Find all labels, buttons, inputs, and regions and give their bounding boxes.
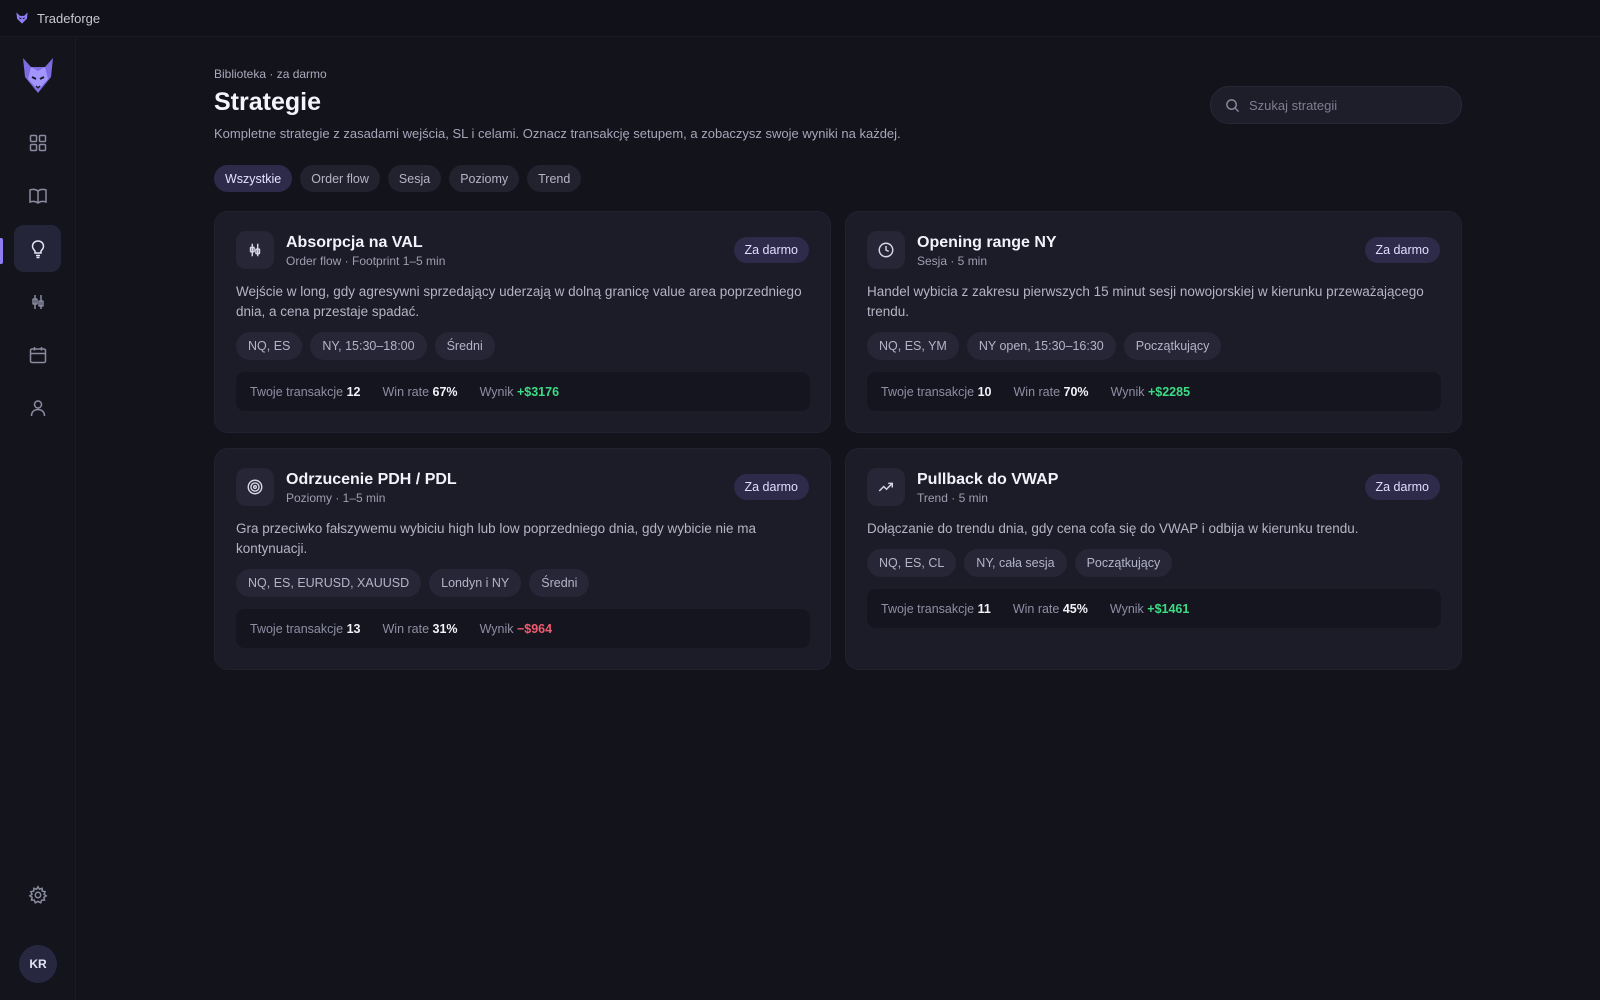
search-icon xyxy=(1226,98,1240,112)
nav-strategies[interactable] xyxy=(14,225,61,272)
filter-chip-session[interactable]: Sesja xyxy=(387,165,442,192)
tag-level: Średni xyxy=(434,332,495,360)
stats-bar: Twoje transakcje 10 Win rate 70% Wynik +… xyxy=(867,372,1441,411)
stat-trades: Twoje transakcje 12 xyxy=(250,384,361,399)
breadcrumb: Biblioteka · za darmo xyxy=(214,67,327,81)
card-subtitle: Order flow · Footprint 1–5 min xyxy=(286,254,446,268)
search-input[interactable] xyxy=(1249,97,1439,113)
lightbulb-icon xyxy=(31,239,44,258)
page-description: Kompletne strategie z zasadami wejścia, … xyxy=(214,126,901,141)
active-nav-indicator xyxy=(0,238,3,264)
tag-session: Londyn i NY xyxy=(429,569,522,597)
card-subtitle: Poziomy · 1–5 min xyxy=(286,491,386,505)
stat-result: Wynik +$2285 xyxy=(1110,384,1191,399)
user-icon xyxy=(30,399,45,416)
nav-charts[interactable] xyxy=(14,278,61,325)
card-description: Dołączanie do trendu dnia, gdy cena cofa… xyxy=(867,521,1359,536)
stat-result: Wynik −$964 xyxy=(479,621,553,636)
fox-logo-icon xyxy=(16,12,28,24)
card-icon-box xyxy=(867,468,905,506)
book-icon xyxy=(28,188,47,204)
grid-icon xyxy=(29,134,46,151)
tag-session: NY open, 15:30–16:30 xyxy=(966,332,1116,360)
tag-instruments: NQ, ES, CL xyxy=(867,549,957,577)
card-icon-box xyxy=(236,231,274,269)
card-description: Handel wybicia z zakresu pierwszych 15 m… xyxy=(867,284,1424,319)
filter-chips: Wszystkie Order flow Sesja Poziomy Trend xyxy=(214,165,582,192)
gear-icon xyxy=(27,884,48,904)
search-box[interactable] xyxy=(1210,86,1462,124)
clock-icon xyxy=(878,242,894,258)
card-title: Opening range NY xyxy=(917,234,1057,251)
card-subtitle: Trend · 5 min xyxy=(917,491,988,505)
filter-chip-trend[interactable]: Trend xyxy=(527,165,582,192)
tag-session: NY, cała sesja xyxy=(964,549,1067,577)
nav-settings[interactable] xyxy=(14,871,61,918)
card-description: Gra przeciwko fałszywemu wybiciu high lu… xyxy=(236,521,757,556)
stat-trades: Twoje transakcje 10 xyxy=(881,384,992,399)
nav-profile[interactable] xyxy=(14,384,61,431)
strategy-card-opening-range[interactable]: Opening range NY Sesja · 5 min Za darmo … xyxy=(845,211,1462,433)
stat-winrate: Win rate 45% xyxy=(1012,601,1088,616)
card-title: Absorpcja na VAL xyxy=(286,234,423,251)
filter-chip-all[interactable]: Wszystkie xyxy=(214,165,293,192)
page-title: Strategie xyxy=(214,88,321,116)
target-icon xyxy=(247,479,263,495)
tag-level: Średni xyxy=(529,569,590,597)
strategy-card-vwap[interactable]: Pullback do VWAP Trend · 5 min Za darmo … xyxy=(845,448,1462,670)
card-icon-box xyxy=(867,231,905,269)
title-bar: Tradeforge xyxy=(0,0,1600,37)
stats-bar: Twoje transakcje 11 Win rate 45% Wynik +… xyxy=(867,589,1441,628)
tag-list: NQ, ES, YM NY open, 15:30–16:30 Początku… xyxy=(867,332,1222,360)
stats-bar: Twoje transakcje 12 Win rate 67% Wynik +… xyxy=(236,372,810,411)
tag-level: Początkujący xyxy=(1123,332,1222,360)
card-subtitle: Sesja · 5 min xyxy=(917,254,988,268)
nav-dashboard[interactable] xyxy=(14,119,61,166)
card-title: Pullback do VWAP xyxy=(917,471,1059,488)
free-badge: Za darmo xyxy=(733,237,809,263)
tag-instruments: NQ, ES xyxy=(236,332,303,360)
fox-logo-icon[interactable] xyxy=(22,57,54,95)
nav-journal[interactable] xyxy=(14,172,61,219)
trending-up-icon xyxy=(878,482,894,492)
free-badge: Za darmo xyxy=(1364,474,1440,500)
sidebar: KR xyxy=(0,37,76,1000)
stat-trades: Twoje transakcje 11 xyxy=(881,601,991,616)
card-description: Wejście w long, gdy agresywni sprzedając… xyxy=(236,284,802,319)
stat-winrate: Win rate 70% xyxy=(1013,384,1089,399)
candlestick-icon xyxy=(249,243,261,257)
avatar[interactable]: KR xyxy=(19,945,57,983)
app-title: Tradeforge xyxy=(37,10,101,26)
stat-result: Wynik +$1461 xyxy=(1109,601,1190,616)
tag-session: NY, 15:30–18:00 xyxy=(310,332,427,360)
tag-list: NQ, ES NY, 15:30–18:00 Średni xyxy=(236,332,495,360)
stat-result: Wynik +$3176 xyxy=(479,384,560,399)
strategy-card-absorpcja[interactable]: Absorpcja na VAL Order flow · Footprint … xyxy=(214,211,831,433)
filter-chip-order-flow[interactable]: Order flow xyxy=(300,165,380,192)
tag-level: Początkujący xyxy=(1074,549,1173,577)
stats-bar: Twoje transakcje 13 Win rate 31% Wynik −… xyxy=(236,609,810,648)
free-badge: Za darmo xyxy=(733,474,809,500)
card-title: Odrzucenie PDH / PDL xyxy=(286,471,457,488)
filter-chip-levels[interactable]: Poziomy xyxy=(449,165,520,192)
strategy-card-pdh-pdl[interactable]: Odrzucenie PDH / PDL Poziomy · 1–5 min Z… xyxy=(214,448,831,670)
stat-winrate: Win rate 67% xyxy=(382,384,458,399)
free-badge: Za darmo xyxy=(1364,237,1440,263)
stat-trades: Twoje transakcje 13 xyxy=(250,621,361,636)
tag-list: NQ, ES, EURUSD, XAUUSD Londyn i NY Średn… xyxy=(236,569,590,597)
candlestick-icon xyxy=(31,294,44,309)
tag-instruments: NQ, ES, YM xyxy=(867,332,959,360)
calendar-icon xyxy=(29,346,46,363)
stat-winrate: Win rate 31% xyxy=(382,621,458,636)
tag-list: NQ, ES, CL NY, cała sesja Początkujący xyxy=(867,549,1173,577)
card-icon-box xyxy=(236,468,274,506)
tag-instruments: NQ, ES, EURUSD, XAUUSD xyxy=(236,569,422,597)
nav-calendar[interactable] xyxy=(14,331,61,378)
